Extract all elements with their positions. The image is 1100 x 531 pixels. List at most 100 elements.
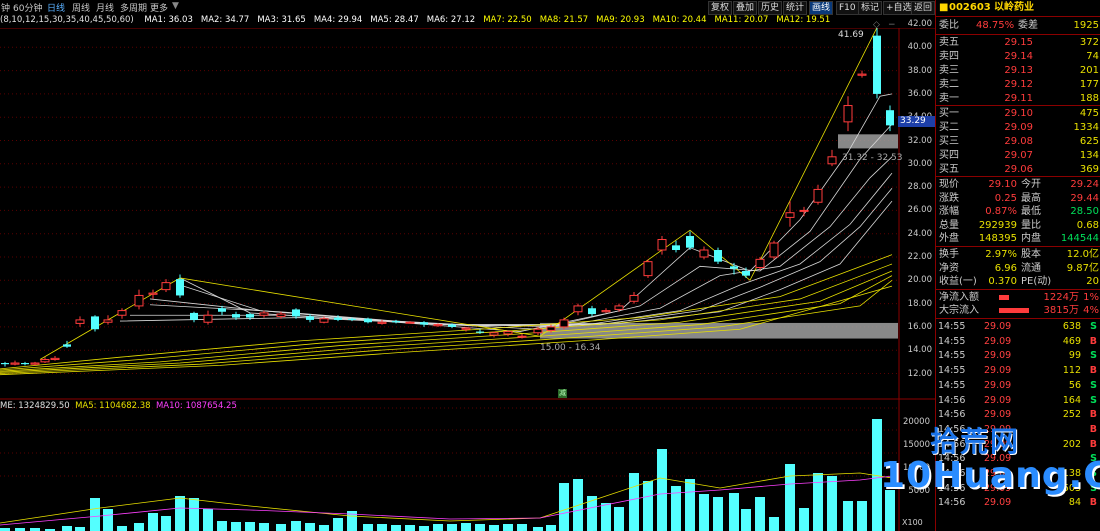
period-minute-tab[interactable]: 钟 xyxy=(1,1,10,14)
period-weekly-tab[interactable]: 周线 xyxy=(72,1,90,14)
stat-value: 292939 xyxy=(978,219,1017,231)
candle-body xyxy=(873,35,881,94)
tick-price: 29.09 xyxy=(984,335,1012,347)
volume-bar xyxy=(699,494,709,531)
bid-row[interactable]: 买四 29.07 134 xyxy=(936,149,1100,163)
ask-row[interactable]: 卖五 29.15 372 xyxy=(936,36,1100,50)
candle-body xyxy=(334,317,342,320)
ma-label-9: MA9: 20.93 xyxy=(596,15,645,25)
fuquan-button[interactable]: 复权 xyxy=(708,1,733,15)
volume-bar xyxy=(546,525,556,531)
ask-row[interactable]: 卖三 29.13 201 xyxy=(936,64,1100,78)
candle-body xyxy=(103,319,113,323)
f10-button[interactable]: F10 xyxy=(836,1,859,15)
stat-label: 内盘 xyxy=(1021,233,1041,244)
volume-bar xyxy=(629,473,639,531)
volume-tick: 20000 xyxy=(902,417,930,427)
quote-price: 29.14 xyxy=(1004,51,1033,62)
stat-value: 0.370 xyxy=(988,276,1017,287)
weibi-row: 委比 48.75% 委差 1925 xyxy=(939,20,1099,31)
bid-row[interactable]: 买五 29.06 369 xyxy=(936,163,1100,177)
minus-icon[interactable]: − xyxy=(888,20,896,30)
draw-line-button[interactable]: 画线 xyxy=(809,1,834,15)
tick-side: B xyxy=(1089,365,1097,377)
ask-row[interactable]: 卖四 29.14 74 xyxy=(936,50,1100,64)
tick-time: 14:55 xyxy=(938,321,966,332)
more-menu[interactable]: 更多 xyxy=(150,1,168,14)
ma-label-5: MA5: 28.47 xyxy=(370,15,419,25)
overlay-button[interactable]: 叠加 xyxy=(733,1,758,15)
stat-label: 量比 xyxy=(1021,219,1041,231)
candle-body xyxy=(476,331,484,333)
tick-side: B xyxy=(1089,335,1097,347)
bid-row[interactable]: 买二 29.09 1334 xyxy=(936,121,1100,135)
stat-label: 外盘 xyxy=(939,233,959,244)
stock-header: ■ 002603 以岭药业 xyxy=(936,1,1100,15)
volume-bar xyxy=(161,516,171,531)
volume-bar xyxy=(291,521,301,531)
price-tick: 38.00 xyxy=(907,65,932,76)
candle-body xyxy=(827,156,837,165)
volume-bar xyxy=(813,473,823,531)
back-button[interactable]: 返回 xyxy=(911,1,935,15)
quote-label: 卖一 xyxy=(939,93,959,104)
quote-volume: 177 xyxy=(1079,79,1099,90)
stat-label: 最低 xyxy=(1021,206,1041,217)
price-tick: 40.00 xyxy=(907,42,932,53)
mark-button[interactable]: 标记 xyxy=(858,1,883,15)
candle-body xyxy=(364,318,372,323)
candle-body xyxy=(755,258,765,268)
trend-line xyxy=(39,28,878,360)
candle-body xyxy=(30,362,40,365)
candle-body xyxy=(785,212,795,218)
period-monthly-tab[interactable]: 月线 xyxy=(96,1,114,14)
weicha-value: 1925 xyxy=(1073,20,1099,31)
candle-body xyxy=(730,266,738,269)
price-tick: 18.00 xyxy=(907,298,932,309)
tick-volume: 252 xyxy=(1062,409,1081,421)
multi-period-tab[interactable]: 多周期 xyxy=(120,1,147,14)
candle-body xyxy=(161,282,171,291)
tick-side: B xyxy=(1089,423,1097,435)
price-tick: 22.00 xyxy=(907,252,932,262)
ma-line-white xyxy=(149,156,893,328)
current-price-tag: 33.29 xyxy=(898,116,936,127)
more-dropdown-icon[interactable]: ▼ xyxy=(172,1,179,11)
candle-body xyxy=(117,310,127,316)
volume-bar xyxy=(475,524,485,531)
volume-bar xyxy=(305,523,315,531)
period-daily-tab[interactable]: 日线 xyxy=(47,1,65,14)
candle-body xyxy=(533,328,543,334)
stat-value: 12.0亿 xyxy=(1066,249,1099,260)
candle-body xyxy=(448,324,456,327)
add-watchlist-button[interactable]: +自选 xyxy=(883,1,915,15)
volume-legend: ME: 1324829.50 MA5: 1104682.38 MA10: 108… xyxy=(0,401,237,411)
quote-price: 29.09 xyxy=(1004,122,1033,133)
ma-line-white xyxy=(149,172,893,327)
tick-time: 14:55 xyxy=(938,365,966,377)
stat-label: 换手 xyxy=(939,249,959,260)
diamond-icon[interactable]: ◇ xyxy=(873,20,880,30)
volume-value: ME: 1324829.50 xyxy=(0,401,70,411)
ask-row[interactable]: 卖一 29.11 188 xyxy=(936,92,1100,106)
history-button[interactable]: 历史 xyxy=(758,1,783,15)
period-60min-tab[interactable]: 60分钟 xyxy=(13,1,42,14)
volume-bar xyxy=(461,523,471,531)
bid-row[interactable]: 买三 29.08 625 xyxy=(936,135,1100,149)
stats-button[interactable]: 统计 xyxy=(783,1,808,15)
stat-value: 9.87亿 xyxy=(1066,262,1099,274)
ma-label-11: MA11: 20.07 xyxy=(714,15,769,25)
stat-value: 144544 xyxy=(1060,233,1099,244)
volume-bar xyxy=(259,523,269,531)
price-tick: 26.00 xyxy=(907,205,932,216)
reduce-marker-icon[interactable]: 减 xyxy=(558,389,567,398)
bid-row[interactable]: 买一 29.10 475 xyxy=(936,107,1100,121)
stat-value: 2.97% xyxy=(985,249,1017,260)
ask-row[interactable]: 卖二 29.12 177 xyxy=(936,78,1100,92)
kline-chart[interactable] xyxy=(0,28,935,531)
candle-body xyxy=(50,357,60,361)
candle-body xyxy=(319,318,329,323)
tick-volume: 56 xyxy=(1068,379,1081,391)
quote-volume: 134 xyxy=(1079,150,1099,161)
candle-body xyxy=(517,335,527,338)
